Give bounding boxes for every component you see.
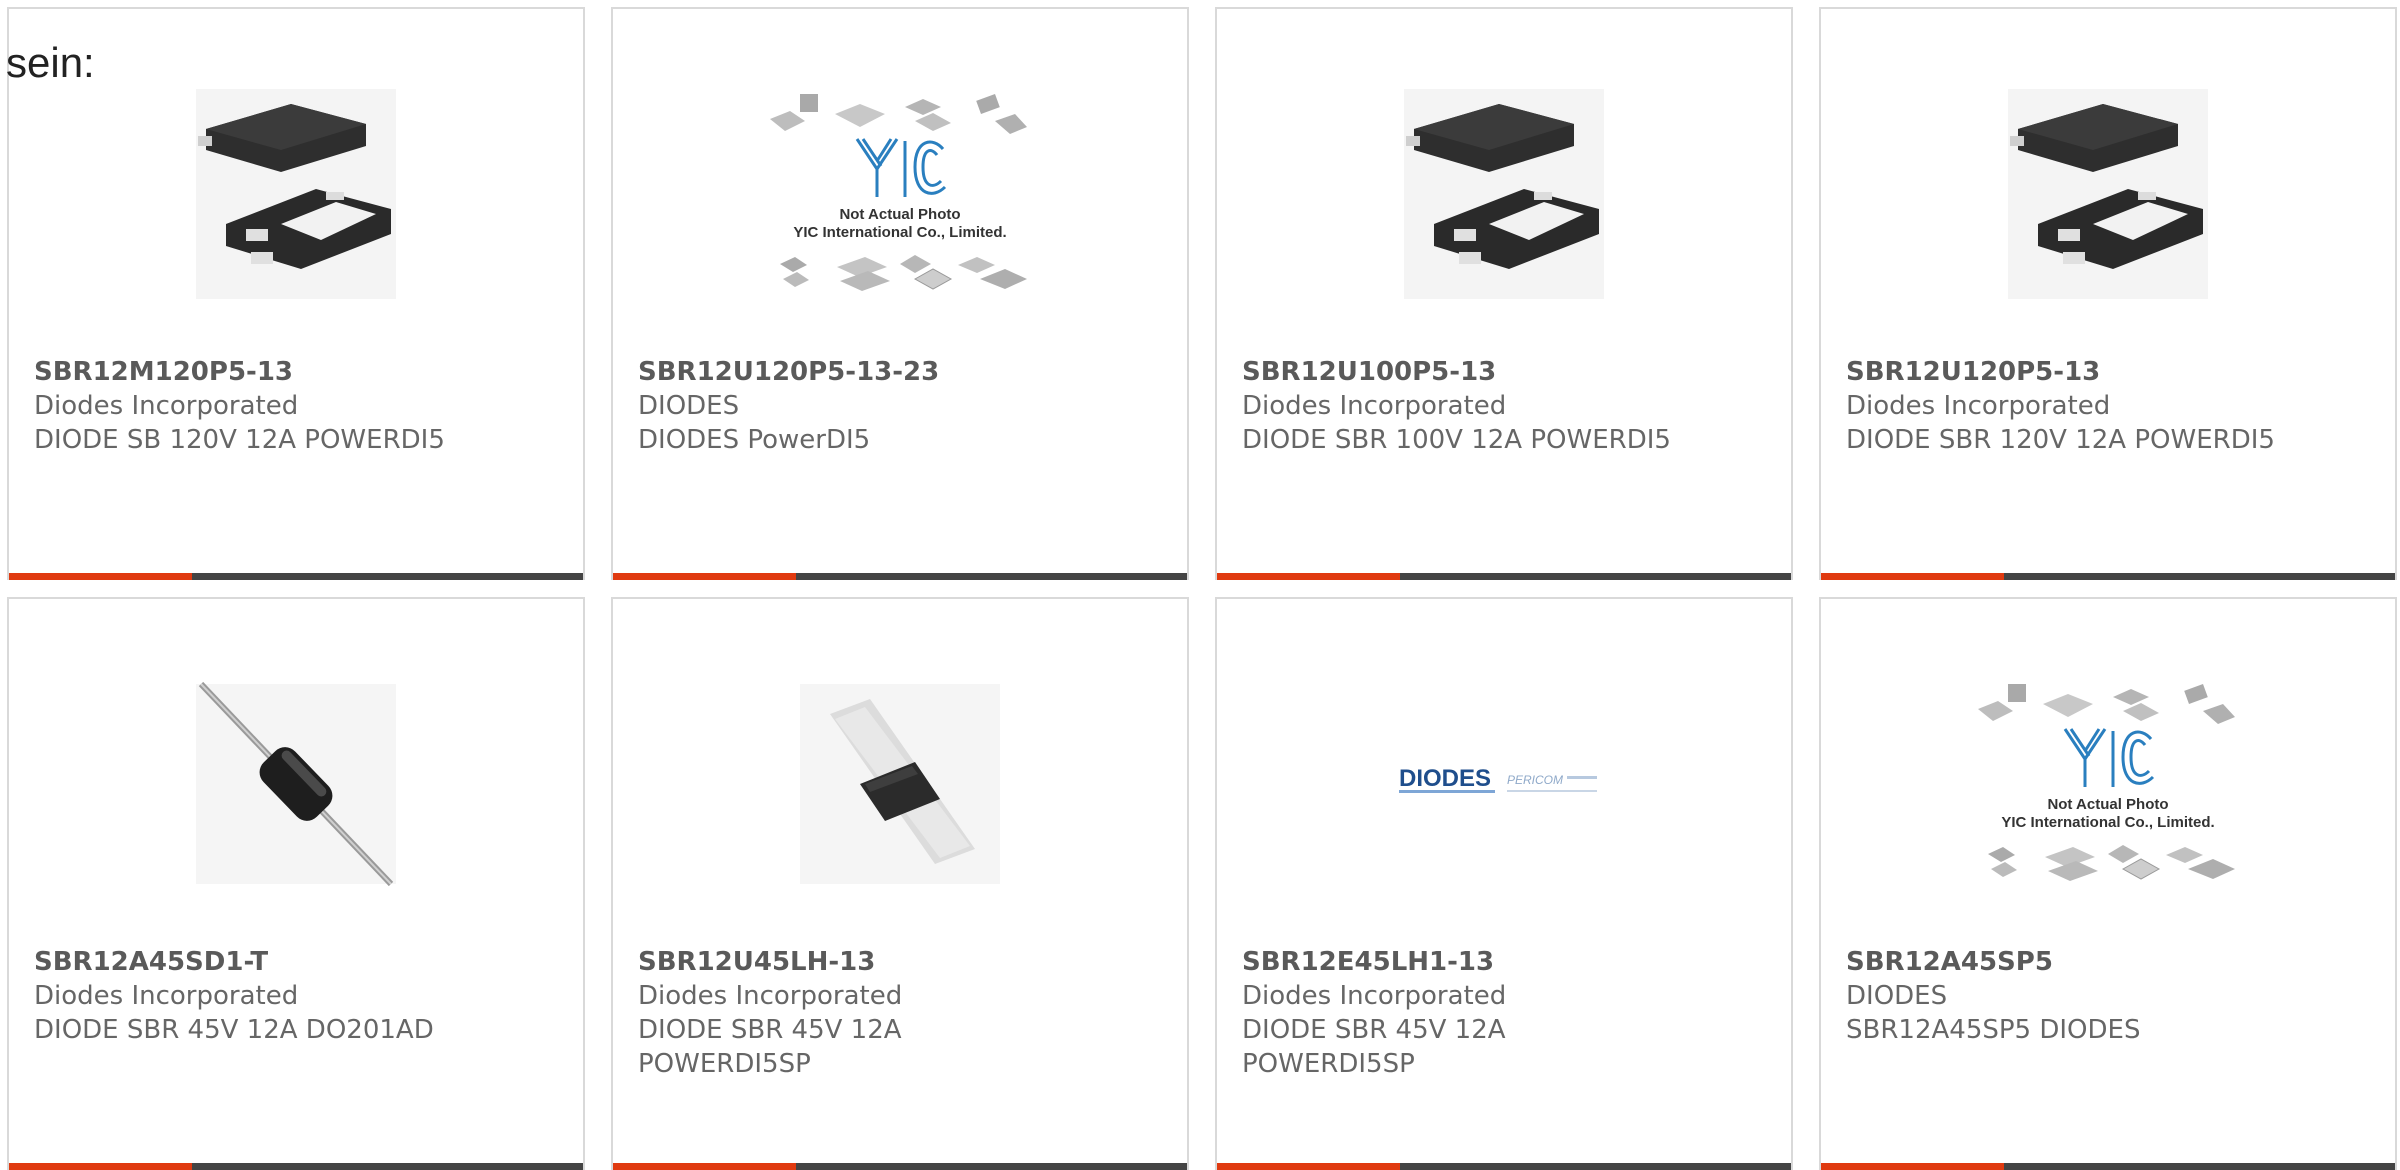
yic-not-actual-photo-icon: Not Actual Photo YIC International Co., … (770, 94, 1027, 291)
card-bar (1217, 1163, 1791, 1170)
card-bar (613, 1163, 1187, 1170)
product-card[interactable]: Not Actual Photo YIC International Co., … (1819, 597, 2397, 1170)
description-line-2: POWERDI5SP (638, 1049, 811, 1079)
part-number[interactable]: SBR12A45SP5 (1846, 945, 2375, 979)
manufacturer: Diodes Incorporated (1242, 981, 1507, 1011)
axial-diode-icon (196, 681, 396, 887)
description-line-2: POWERDI5SP (1242, 1049, 1415, 1079)
svg-text:YIC International Co., Limited: YIC International Co., Limited. (2001, 814, 2214, 831)
product-card[interactable]: SBR12A45SD1-T Diodes Incorporated DIODE … (7, 597, 585, 1170)
product-image[interactable]: DIODES PERICOM (1217, 639, 1791, 929)
manufacturer: Diodes Incorporated (1846, 391, 2111, 421)
powerdi5-package-icon (1404, 89, 1604, 299)
card-bar (1821, 573, 2395, 580)
card-bar (1217, 573, 1791, 580)
manufacturer: Diodes Incorporated (34, 981, 299, 1011)
description: DIODE SBR 120V 12A POWERDI5 (1846, 425, 2275, 455)
powerdi5-package-icon (2008, 89, 2208, 299)
description-line-1: DIODE SBR 45V 12A (1242, 1015, 1506, 1045)
manufacturer: Diodes Incorporated (638, 981, 903, 1011)
product-card[interactable]: DIODES PERICOM SBR12E45LH1-13 Diodes Inc… (1215, 597, 1793, 1170)
stray-text: sein: (6, 39, 95, 86)
part-number[interactable]: SBR12U100P5-13 (1242, 355, 1771, 389)
product-image[interactable]: Not Actual Photo YIC International Co., … (1821, 639, 2395, 929)
description: DIODE SB 120V 12A POWERDI5 (34, 425, 445, 455)
diodes-pericom-logo-icon: DIODES PERICOM (1399, 765, 1597, 793)
yic-not-actual-photo-icon: Not Actual Photo YIC International Co., … (1978, 684, 2235, 881)
product-card[interactable]: SBR12U120P5-13 Diodes Incorporated DIODE… (1819, 7, 2397, 580)
product-image[interactable]: Not Actual Photo YIC International Co., … (613, 49, 1187, 339)
product-image[interactable] (1217, 49, 1791, 339)
card-bar (1821, 1163, 2395, 1170)
description-line-1: DIODE SBR 45V 12A (638, 1015, 902, 1045)
svg-text:YIC International Co., Limited: YIC International Co., Limited. (793, 224, 1006, 241)
product-card[interactable]: Not Actual Photo YIC International Co., … (611, 7, 1189, 580)
powerdi5-package-icon (196, 89, 396, 299)
card-bar (9, 573, 583, 580)
manufacturer: DIODES (638, 391, 740, 421)
product-image[interactable] (613, 639, 1187, 929)
part-number[interactable]: SBR12U120P5-13 (1846, 355, 2375, 389)
product-image[interactable] (9, 639, 583, 929)
part-number[interactable]: SBR12E45LH1-13 (1242, 945, 1771, 979)
description: DIODES PowerDI5 (638, 425, 871, 455)
product-card[interactable]: SBR12U100P5-13 Diodes Incorporated DIODE… (1215, 7, 1793, 580)
svg-text:DIODES: DIODES (1399, 765, 1491, 792)
part-number[interactable]: SBR12M120P5-13 (34, 355, 563, 389)
part-number[interactable]: SBR12U45LH-13 (638, 945, 1167, 979)
svg-text:Not Actual Photo: Not Actual Photo (839, 206, 960, 223)
card-bar (9, 1163, 583, 1170)
manufacturer: Diodes Incorporated (34, 391, 299, 421)
description: DIODE SBR 100V 12A POWERDI5 (1242, 425, 1671, 455)
svg-text:PERICOM: PERICOM (1507, 773, 1563, 787)
description: DIODE SBR 45V 12A DO201AD (34, 1015, 434, 1045)
card-bar (613, 573, 1187, 580)
svg-text:Not Actual Photo: Not Actual Photo (2047, 796, 2168, 813)
part-number[interactable]: SBR12A45SD1-T (34, 945, 563, 979)
product-card[interactable]: SBR12U45LH-13 Diodes Incorporated DIODE … (611, 597, 1189, 1170)
description: SBR12A45SP5 DIODES (1846, 1015, 2141, 1045)
manufacturer: DIODES (1846, 981, 1948, 1011)
product-card[interactable]: SBR12M120P5-13 Diodes Incorporated DIODE… (7, 7, 585, 580)
part-number[interactable]: SBR12U120P5-13-23 (638, 355, 1167, 389)
product-image[interactable] (1821, 49, 2395, 339)
tape-package-icon (800, 684, 1000, 884)
manufacturer: Diodes Incorporated (1242, 391, 1507, 421)
product-image[interactable] (9, 49, 583, 339)
